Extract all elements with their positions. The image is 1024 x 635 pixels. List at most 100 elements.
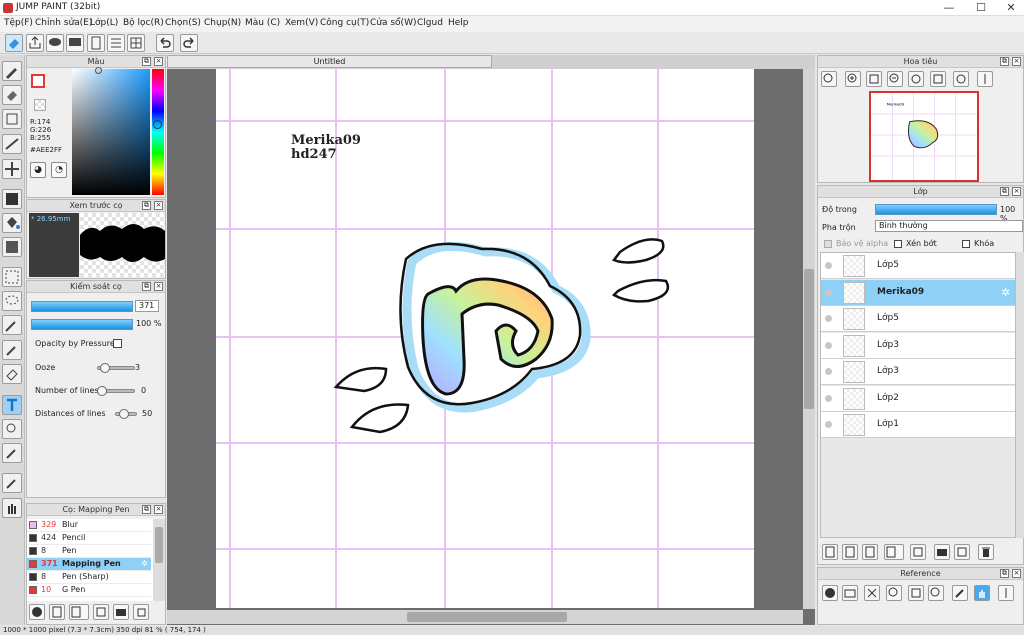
- panel-close-icon[interactable]: ×: [1012, 57, 1021, 66]
- reference-zoom-in-icon[interactable]: [886, 585, 902, 601]
- brush-size-input[interactable]: 371: [135, 300, 159, 312]
- lock-checkbox[interactable]: [962, 240, 970, 248]
- zoom-in-icon[interactable]: [845, 71, 861, 87]
- redo-icon[interactable]: [180, 34, 198, 52]
- rotate-left-icon[interactable]: [908, 71, 924, 87]
- grid-icon[interactable]: [127, 34, 145, 52]
- pen-tool-icon[interactable]: [2, 473, 22, 493]
- reference-folder-icon[interactable]: [842, 585, 858, 601]
- eyedropper-icon[interactable]: [2, 443, 22, 463]
- message-icon[interactable]: [66, 34, 84, 52]
- gear-icon[interactable]: ✲: [141, 558, 148, 570]
- magic-wand-icon[interactable]: [2, 315, 22, 335]
- reference-fit-icon[interactable]: [908, 585, 924, 601]
- menu-color[interactable]: Màu (C): [245, 18, 280, 28]
- eye-icon[interactable]: [825, 288, 832, 296]
- gradient-icon[interactable]: [2, 237, 22, 257]
- lines-slider-knob[interactable]: [97, 386, 107, 396]
- menu-select[interactable]: Chọn(S): [165, 18, 201, 28]
- distance-slider-knob[interactable]: [119, 409, 129, 419]
- layer-copy-icon[interactable]: [910, 544, 926, 560]
- panel-undock-icon[interactable]: ⧉: [1000, 187, 1009, 196]
- brush-size-bar[interactable]: [31, 301, 133, 312]
- layer-row[interactable]: Lớp1: [821, 412, 1015, 438]
- flip-icon[interactable]: [977, 71, 993, 87]
- vertical-scroll-thumb[interactable]: [804, 269, 814, 409]
- reference-close-icon[interactable]: [864, 585, 880, 601]
- brush-copy-icon[interactable]: [93, 604, 109, 620]
- new-brush-file-icon[interactable]: [49, 604, 65, 620]
- canvas-text-line2[interactable]: hd247: [291, 147, 337, 162]
- canvas-text-line1[interactable]: Merika09: [291, 133, 361, 148]
- bucket-icon[interactable]: [2, 213, 22, 233]
- foreground-color-swatch[interactable]: [31, 74, 45, 88]
- opacity-pressure-checkbox[interactable]: [113, 339, 122, 348]
- panel-undock-icon[interactable]: ⧉: [1000, 57, 1009, 66]
- reference-zoom-out-icon[interactable]: [928, 585, 944, 601]
- protect-alpha-checkbox[interactable]: [824, 240, 832, 248]
- zoom-fit-icon[interactable]: [821, 71, 837, 87]
- line-tool-icon[interactable]: [2, 134, 22, 154]
- zoom-out-icon[interactable]: [887, 71, 903, 87]
- fill-rect-icon[interactable]: [2, 189, 22, 209]
- select-pen-icon[interactable]: [2, 340, 22, 360]
- brush-menu-icon[interactable]: [69, 604, 89, 620]
- panel-close-icon[interactable]: ×: [154, 57, 163, 66]
- fit-window-icon[interactable]: [930, 71, 946, 87]
- gear-icon[interactable]: ✲: [1001, 286, 1010, 299]
- eraser-icon[interactable]: [2, 85, 22, 105]
- panel-undock-icon[interactable]: ⧉: [1000, 569, 1009, 578]
- layer-row[interactable]: Lớp5: [821, 253, 1015, 279]
- menu-cloud[interactable]: Clgud: [417, 18, 443, 28]
- brush-list-scrollbar[interactable]: [153, 519, 165, 601]
- brush-tool-icon[interactable]: [2, 61, 22, 81]
- panel-close-icon[interactable]: ×: [154, 282, 163, 291]
- layer-row[interactable]: Lớp3: [821, 359, 1015, 385]
- move-icon[interactable]: [2, 159, 22, 179]
- rectangle-select-icon[interactable]: [2, 109, 22, 129]
- menu-capture[interactable]: Chụp(N): [204, 18, 241, 28]
- panel-close-icon[interactable]: ×: [1012, 187, 1021, 196]
- eye-icon[interactable]: [825, 368, 832, 375]
- hue-slider[interactable]: [152, 69, 164, 195]
- layer-row[interactable]: Lớp5: [821, 306, 1015, 332]
- delete-layer-icon[interactable]: [978, 544, 994, 560]
- eye-icon[interactable]: [825, 421, 832, 428]
- menu-edit[interactable]: Chỉnh sửa(E): [35, 18, 92, 28]
- canvas-vertical-scrollbar[interactable]: [803, 69, 815, 609]
- zoom-select-icon[interactable]: [2, 419, 22, 439]
- reference-hand-icon[interactable]: [974, 585, 990, 601]
- brush-opacity-bar[interactable]: [31, 319, 133, 330]
- menu-window[interactable]: Cửa sổ(W): [370, 18, 416, 28]
- reference-eyedropper-icon[interactable]: [952, 585, 968, 601]
- lasso-icon[interactable]: [2, 291, 22, 311]
- brush-item[interactable]: 8 Pen: [27, 545, 151, 558]
- blend-mode-select[interactable]: Bình thường: [875, 220, 1023, 232]
- canvas-paper[interactable]: Merika09 hd247: [216, 69, 754, 608]
- hand-tool-icon[interactable]: [2, 498, 22, 518]
- brush-item[interactable]: 371 Mapping Pen ✲: [27, 558, 151, 571]
- palette-icon[interactable]: ◕: [30, 162, 46, 178]
- panel-close-icon[interactable]: ×: [154, 201, 163, 210]
- menu-layer[interactable]: Lớp(L): [90, 18, 118, 28]
- layer-merge-icon[interactable]: [954, 544, 970, 560]
- list-icon[interactable]: [107, 34, 125, 52]
- minimize-button[interactable]: —: [934, 0, 964, 16]
- undo-icon[interactable]: [156, 34, 174, 52]
- menu-help[interactable]: Help: [448, 18, 469, 28]
- brush-item[interactable]: 329 Blur: [27, 519, 151, 532]
- new-vector-layer-icon[interactable]: [842, 544, 858, 560]
- rotate-reset-icon[interactable]: [953, 71, 969, 87]
- canvas-horizontal-scrollbar[interactable]: [167, 610, 803, 624]
- brush-item[interactable]: 424 Pencil: [27, 532, 151, 545]
- new-text-layer-icon[interactable]: [862, 544, 878, 560]
- layer-opacity-bar[interactable]: [875, 204, 997, 215]
- navigator-thumbnail[interactable]: Merika09: [869, 91, 979, 182]
- panel-undock-icon[interactable]: ⧉: [142, 201, 151, 210]
- comment-icon[interactable]: [46, 34, 64, 52]
- background-color-swatch[interactable]: [34, 99, 46, 111]
- brush-duplicate-icon[interactable]: [133, 604, 149, 620]
- close-button[interactable]: ✕: [996, 0, 1024, 16]
- saturation-value-picker[interactable]: [72, 69, 150, 195]
- menu-file[interactable]: Tệp(F): [4, 18, 33, 28]
